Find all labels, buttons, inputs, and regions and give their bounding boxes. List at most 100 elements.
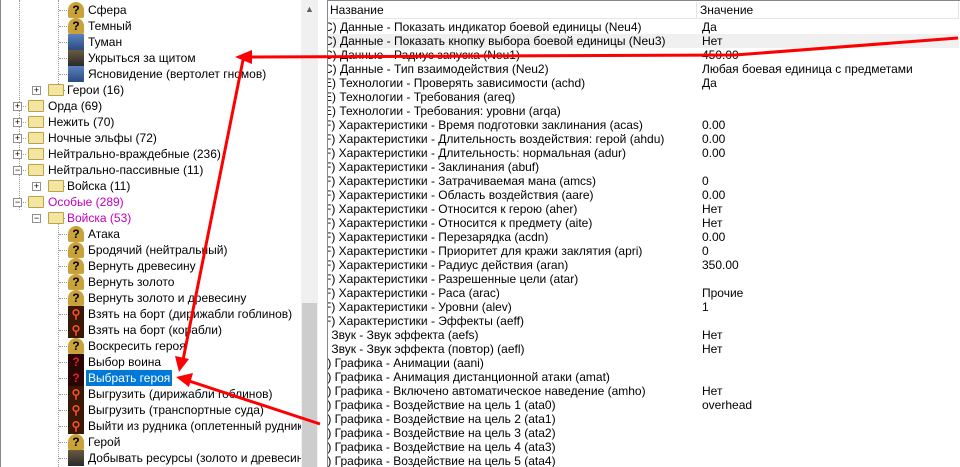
property-row[interactable]: F) Характеристики - Длительность: нормал…: [328, 146, 959, 160]
tree-item[interactable]: ? Выбрать героя: [1, 370, 301, 386]
ability-icon: ?: [68, 2, 84, 18]
scroll-up-icon[interactable]: ▲: [301, 4, 318, 14]
ability-icon: ⚲: [68, 386, 84, 402]
property-name: F) Характеристики - Приоритет для кражи …: [327, 244, 643, 258]
property-row[interactable]: I) Графика - Воздействие на цель 5 (ata4…: [328, 454, 959, 467]
property-value: Нет: [702, 216, 723, 230]
property-row[interactable]: F) Характеристики - Время подготовки зак…: [328, 118, 959, 132]
tree-item-label: Сфера: [88, 3, 127, 17]
property-row[interactable]: F) Характеристики - Область воздействия …: [328, 188, 959, 202]
column-header-name[interactable]: Название: [328, 2, 697, 19]
property-row[interactable]: C) Данные - Показать кнопку выбора боево…: [328, 34, 959, 48]
property-row[interactable]: I) Графика - Анимация дистанционной атак…: [328, 370, 959, 384]
property-row[interactable]: E) Технологии - Проверять зависимости (a…: [328, 76, 959, 90]
property-row[interactable]: ) Звук - Звук эффекта (повтор) (aefl) Нет: [328, 342, 959, 356]
tree-item-label: Вернуть золото и древесину: [88, 291, 247, 305]
tree-item[interactable]: ? Герой: [1, 434, 301, 450]
tree-item-label: Выбрать героя: [86, 370, 173, 386]
tree-item[interactable]: ⚲ Взять на борт (корабли): [1, 322, 301, 338]
property-row[interactable]: E) Технологии - Требования (areq): [328, 90, 959, 104]
expand-icon[interactable]: +: [32, 86, 41, 95]
tree-item[interactable]: − Войска (53): [1, 210, 301, 226]
tree-item[interactable]: ? Вернуть золото и древесину: [1, 290, 301, 306]
property-row[interactable]: I) Графика - Анимации (aani): [328, 356, 959, 370]
scroll-thumb[interactable]: [302, 303, 317, 467]
property-name: E) Технологии - Требования (areq): [327, 90, 516, 104]
tree-item[interactable]: + Ночные эльфы (72): [1, 130, 301, 146]
property-row[interactable]: F) Характеристики - Перезарядка (acdn) 0.…: [328, 230, 959, 244]
tree-item[interactable]: ? Сфера: [1, 2, 301, 18]
folder-icon: [28, 116, 44, 128]
tree-item[interactable]: ? Вернуть золото: [1, 274, 301, 290]
properties-grid[interactable]: Название Значение C) Данные - Показать и…: [327, 0, 960, 467]
tree-item-label: Выбор воина: [88, 355, 162, 369]
property-row[interactable]: F) Характеристики - Эффекты (aeff): [328, 314, 959, 328]
property-name: C) Данные - Тип взаимодействия (Neu2): [327, 62, 549, 76]
expand-icon[interactable]: +: [13, 134, 22, 143]
property-row[interactable]: F) Характеристики - Заклинания (abuf): [328, 160, 959, 174]
tree-item[interactable]: + Войска (11): [1, 178, 301, 194]
property-row[interactable]: C) Данные - Тип взаимодействия (Neu2) Люб…: [328, 62, 959, 76]
property-row[interactable]: F) Характеристики - Приоритет для кражи …: [328, 244, 959, 258]
collapse-icon[interactable]: −: [13, 198, 22, 207]
property-value: Нет: [702, 384, 723, 398]
tree-item[interactable]: Укрыться за щитом: [1, 50, 301, 66]
property-row[interactable]: F) Характеристики - Относится к предмету…: [328, 216, 959, 230]
property-row[interactable]: I) Графика - Включено автоматическое нав…: [328, 384, 959, 398]
tree-item[interactable]: + Нежить (70): [1, 114, 301, 130]
tree-item[interactable]: − Особые (289): [1, 194, 301, 210]
object-tree[interactable]: ? Сфера? Темный Туман Укрыться за щитом Яснов…: [0, 0, 318, 467]
property-row[interactable]: F) Характеристики - Разрешенные цели (at…: [328, 272, 959, 286]
expand-icon[interactable]: +: [13, 150, 22, 159]
tree-item[interactable]: Ясновидение (вертолет гномов): [1, 66, 301, 82]
property-name: E) Технологии - Проверять зависимости (a…: [327, 76, 586, 90]
property-row[interactable]: F) Характеристики - Затрачиваемая мана (…: [328, 174, 959, 188]
property-row[interactable]: I) Графика - Воздействие на цель 2 (ata1…: [328, 412, 959, 426]
tree-item-label: Взять на борт (дирижабли гоблинов): [88, 307, 293, 321]
property-name: I) Графика - Воздействие на цель 2 (ata1…: [327, 412, 556, 426]
tree-item[interactable]: ? Вернуть древесину: [1, 258, 301, 274]
tree-item[interactable]: ⚲ Выйти из рудника (оплетенный рудник): [1, 418, 307, 434]
property-row[interactable]: I) Графика - Воздействие на цель 4 (ata3…: [328, 440, 959, 454]
tree-item[interactable]: ? Бродячий (нейтральный): [1, 242, 301, 258]
tree-item[interactable]: + Нейтрально-враждебные (236): [1, 146, 301, 162]
property-row[interactable]: I) Графика - Воздействие на цель 1 (ata0…: [328, 398, 959, 412]
collapse-icon[interactable]: −: [32, 214, 41, 223]
tree-item[interactable]: ? Темный: [1, 18, 301, 34]
property-name: I) Графика - Воздействие на цель 1 (ata0…: [327, 398, 556, 412]
tree-item-label: Бродячий (нейтральный): [88, 243, 228, 257]
property-row[interactable]: I) Графика - Воздействие на цель 3 (ata2…: [328, 426, 959, 440]
expand-icon[interactable]: +: [13, 102, 22, 111]
property-row[interactable]: F) Характеристики - Радиус действия (ara…: [328, 258, 959, 272]
tree-item[interactable]: ? Выбор воина: [1, 354, 301, 370]
tree-item[interactable]: ? Воскресить героя: [1, 338, 301, 354]
tree-item[interactable]: ⚲ Выгрузить (дирижабли гоблинов): [1, 386, 301, 402]
expand-icon[interactable]: +: [13, 118, 22, 127]
tree-item[interactable]: Туман: [1, 34, 301, 50]
ability-icon: [68, 34, 84, 50]
property-row[interactable]: C) Данные - Радиус запуска (Neu1) 450.00: [328, 48, 959, 62]
property-value: Любая боевая единица с предметами: [702, 62, 913, 76]
tree-item[interactable]: ⚲ Выгрузить (транспортные суда): [1, 402, 301, 418]
tree-item[interactable]: − Нейтрально-пассивные (11): [1, 162, 301, 178]
tree-item-label: Войска (11): [67, 179, 131, 193]
property-name: E) Технологии - Требования: уровни (arqa…: [327, 104, 561, 118]
property-row[interactable]: F) Характеристики - Длительность воздейс…: [328, 132, 959, 146]
tree-item[interactable]: Добывать ресурсы (золото и древесина): [1, 450, 314, 466]
tree-item[interactable]: ⚲ Взять на борт (дирижабли гоблинов): [1, 306, 301, 322]
tree-item[interactable]: ? Атака: [1, 226, 301, 242]
ability-icon: ?: [68, 18, 84, 34]
property-row[interactable]: F) Характеристики - Уровни (alev) 1: [328, 300, 959, 314]
property-row[interactable]: F) Характеристики - Раса (arac) Прочие: [328, 286, 959, 300]
property-name: F) Характеристики - Длительность воздейс…: [327, 132, 665, 146]
tree-item[interactable]: + Герои (16): [1, 82, 301, 98]
property-row[interactable]: E) Технологии - Требования: уровни (arqa…: [328, 104, 959, 118]
expand-icon[interactable]: +: [32, 182, 41, 191]
property-row[interactable]: F) Характеристики - Относится к герою (a…: [328, 202, 959, 216]
collapse-icon[interactable]: −: [13, 166, 22, 175]
tree-item[interactable]: + Орда (69): [1, 98, 301, 114]
property-row[interactable]: ) Звук - Звук эффекта (aefs) Нет: [328, 328, 959, 342]
property-row[interactable]: C) Данные - Показать индикатор боевой ед…: [328, 20, 959, 34]
tree-scrollbar[interactable]: ▲: [301, 0, 318, 467]
column-header-value[interactable]: Значение: [698, 2, 959, 19]
